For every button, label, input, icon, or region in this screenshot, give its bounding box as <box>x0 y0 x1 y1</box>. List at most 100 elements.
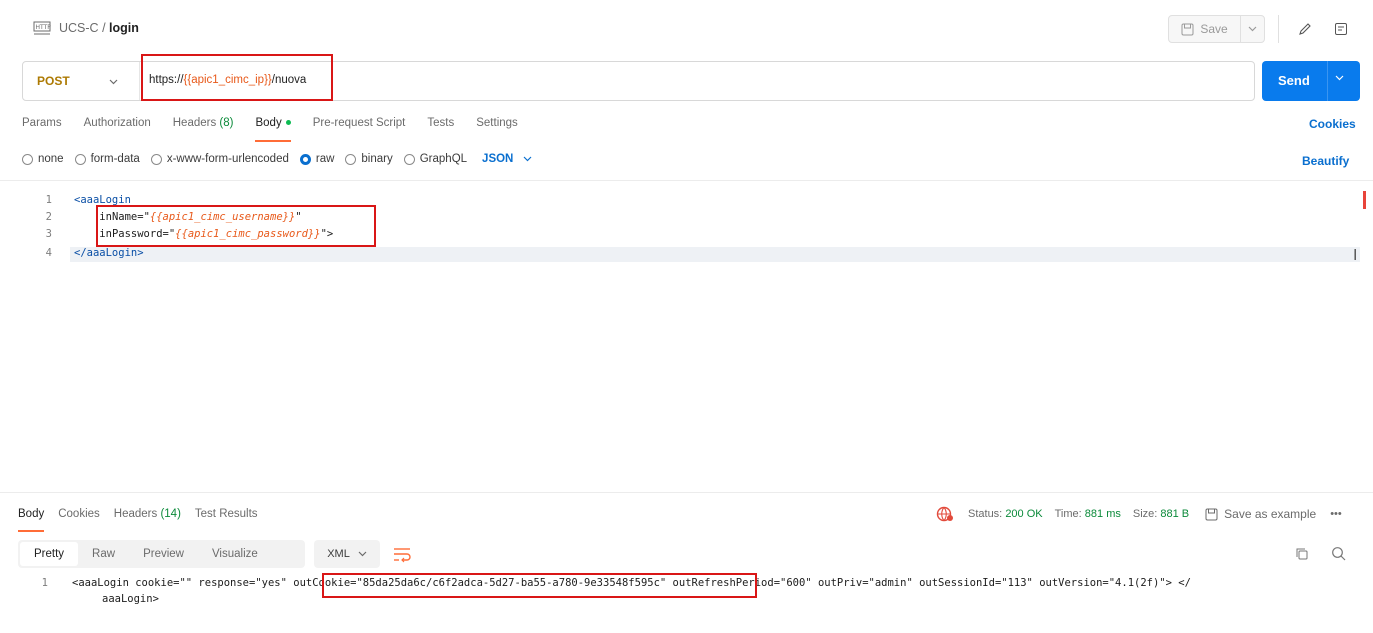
save-icon <box>1205 508 1218 520</box>
line-number: 1 <box>41 577 48 589</box>
http-icon: HTTP <box>33 21 52 35</box>
tab-response-headers-label: Headers <box>113 508 158 520</box>
time-value[interactable]: 881 ms <box>1085 508 1121 520</box>
scrollbar-marker <box>1363 191 1366 209</box>
highlight-box-outcookie <box>322 573 757 598</box>
radio-urlencoded[interactable] <box>150 153 162 165</box>
xml-tag: </aaaLogin> <box>74 247 144 259</box>
line-number: 3 <box>45 228 52 240</box>
option-label: binary <box>361 153 393 165</box>
tab-params[interactable]: Params <box>22 117 62 129</box>
option-label: GraphQL <box>419 153 468 165</box>
size-label: Size: <box>1132 508 1158 520</box>
status-value[interactable]: 200 OK <box>1005 508 1042 520</box>
breadcrumb-collection[interactable]: UCS-C <box>59 21 99 35</box>
documentation-button[interactable] <box>1329 17 1353 41</box>
tab-settings[interactable]: Settings <box>476 117 518 129</box>
view-visualize[interactable]: Visualize <box>198 548 272 560</box>
breadcrumb-separator: / <box>98 21 110 35</box>
radio-graphql[interactable] <box>403 153 415 165</box>
highlight-box-url <box>141 54 333 101</box>
request-tabs: Params Authorization Headers (8) Body Pr… <box>22 117 540 142</box>
option-label: none <box>38 153 64 165</box>
chevron-down-icon <box>1335 75 1344 81</box>
format-label: JSON <box>482 153 514 165</box>
response-headers-count: (14) <box>160 508 181 520</box>
top-bar: HTTP UCS-C / login Save <box>0 0 1373 60</box>
body-option-graphql[interactable]: GraphQL <box>403 153 468 165</box>
chevron-down-icon <box>1248 26 1257 32</box>
request-name[interactable]: login <box>109 21 139 35</box>
tab-headers[interactable]: Headers (8) <box>173 117 234 129</box>
response-line-2: aaaLogin> <box>102 593 159 605</box>
word-wrap-icon[interactable] <box>392 545 412 563</box>
divider <box>139 62 140 100</box>
response-format-select[interactable]: XML <box>314 540 380 568</box>
view-raw[interactable]: Raw <box>78 548 129 560</box>
more-options-icon[interactable]: ••• <box>1330 508 1342 520</box>
body-option-urlencoded[interactable]: x-www-form-urlencoded <box>150 153 289 165</box>
radio-none[interactable] <box>22 153 33 165</box>
view-pretty[interactable]: Pretty <box>20 542 79 566</box>
tab-headers-label: Headers <box>172 117 217 129</box>
body-option-none[interactable]: none <box>22 153 64 165</box>
save-button-group: Save <box>1168 15 1265 43</box>
tab-response-headers[interactable]: Headers (14) <box>114 508 181 520</box>
tab-pre-request-script[interactable]: Pre-request Script <box>313 117 406 129</box>
tab-response-cookies[interactable]: Cookies <box>58 508 100 520</box>
radio-form-data[interactable] <box>74 153 86 165</box>
save-icon <box>1181 23 1194 35</box>
send-button[interactable]: Send <box>1262 61 1360 101</box>
time-label: Time: <box>1054 508 1082 520</box>
response-view-bar: Pretty Raw Preview Visualize XML <box>18 540 1367 568</box>
body-option-form-data[interactable]: form-data <box>74 153 140 165</box>
cookies-link[interactable]: Cookies <box>1309 117 1356 131</box>
response-status-bar: Status: 200 OK Time: 881 ms Size: 881 B … <box>936 506 1342 522</box>
divider <box>1327 61 1328 101</box>
network-globe-icon[interactable] <box>936 506 954 522</box>
status-label: Status: <box>968 508 1003 520</box>
method-select[interactable]: POST <box>37 74 70 88</box>
beautify-button[interactable]: Beautify <box>1302 154 1349 168</box>
response-tabs: Body Cookies Headers (14) Test Results <box>18 508 280 532</box>
divider <box>0 492 1373 493</box>
line-number: 1 <box>45 194 52 206</box>
chevron-down-icon <box>523 156 532 162</box>
radio-binary[interactable] <box>345 153 357 165</box>
text-cursor-icon: Ι <box>1353 246 1358 264</box>
pencil-icon <box>1299 23 1311 35</box>
response-format-label: XML <box>327 548 350 560</box>
option-label: form-data <box>90 153 140 165</box>
format-select[interactable]: JSON <box>482 153 532 165</box>
active-line-highlight <box>70 247 1360 262</box>
save-button[interactable]: Save <box>1169 16 1241 42</box>
line-number: 4 <box>45 247 52 259</box>
divider <box>0 180 1373 181</box>
chevron-down-icon[interactable] <box>109 74 118 88</box>
tab-test-results[interactable]: Test Results <box>195 508 258 520</box>
save-as-example-button[interactable]: Save as example <box>1205 507 1316 521</box>
divider <box>1278 15 1279 43</box>
svg-text:HTTP: HTTP <box>36 24 52 31</box>
radio-raw[interactable] <box>299 153 311 165</box>
edit-button[interactable] <box>1293 17 1317 41</box>
tab-tests[interactable]: Tests <box>427 117 454 129</box>
response-view-selector: Pretty Raw Preview Visualize <box>18 540 305 568</box>
breadcrumb: UCS-C / login <box>59 21 139 35</box>
view-preview[interactable]: Preview <box>129 548 198 560</box>
body-option-raw[interactable]: raw <box>299 153 335 165</box>
tab-authorization[interactable]: Authorization <box>84 117 151 129</box>
tab-body[interactable]: Body <box>255 117 291 142</box>
save-label: Save <box>1200 22 1228 36</box>
search-icon[interactable] <box>1331 546 1346 561</box>
comment-icon <box>1335 23 1347 35</box>
size-value[interactable]: 881 B <box>1160 508 1189 520</box>
send-dropdown-button[interactable] <box>1335 72 1344 84</box>
save-as-example-label: Save as example <box>1224 507 1317 521</box>
option-label: raw <box>315 153 335 165</box>
body-option-binary[interactable]: binary <box>345 153 393 165</box>
save-dropdown-button[interactable] <box>1241 16 1264 42</box>
tab-response-body[interactable]: Body <box>18 508 45 532</box>
line-number: 2 <box>45 211 52 223</box>
copy-icon[interactable] <box>1295 547 1309 561</box>
